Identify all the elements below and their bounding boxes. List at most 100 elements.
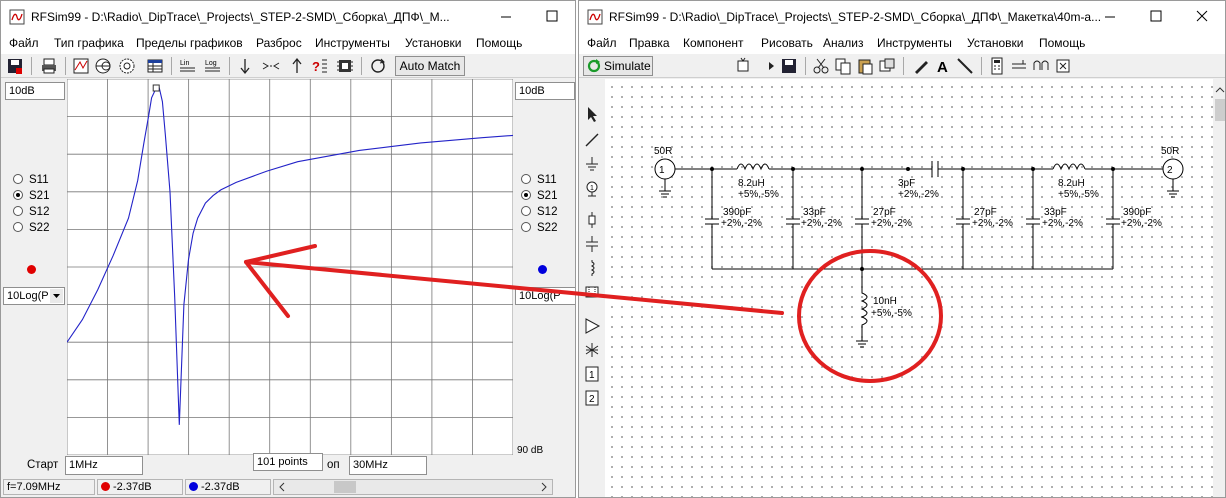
transistor-icon[interactable] (583, 341, 601, 359)
title-bar[interactable]: RFSim99 - D:\Radio\_DipTrace\_Projects\_… (1, 1, 575, 32)
menu-draw[interactable]: Рисовать (761, 36, 813, 50)
inductor-l2[interactable] (1052, 163, 1086, 171)
marker-query-icon[interactable]: ? (311, 56, 331, 76)
resistor-icon[interactable] (583, 211, 601, 229)
menu-graph-type[interactable]: Тип графика (54, 36, 124, 50)
maximize-icon[interactable] (529, 1, 575, 32)
points-input[interactable]: 101 points (253, 453, 323, 471)
capacitor-icon[interactable] (583, 235, 601, 253)
menu-tools[interactable]: Инструменты (315, 36, 390, 50)
radio-button-icon[interactable] (13, 174, 23, 184)
left-radio-s11[interactable]: S11 (13, 174, 49, 186)
lin-scale-icon[interactable]: Lin (178, 56, 198, 76)
smith-chart-icon[interactable] (93, 56, 113, 76)
new-component-icon[interactable] (733, 56, 753, 76)
menu-settings[interactable]: Установки (967, 36, 1023, 50)
chip-icon[interactable] (335, 56, 355, 76)
minimize-icon[interactable] (1087, 1, 1133, 32)
text-icon[interactable]: A (933, 56, 953, 76)
ground-icon[interactable] (583, 155, 601, 173)
arrow-down-icon[interactable] (235, 56, 255, 76)
pen-icon[interactable] (911, 56, 931, 76)
save-icon[interactable] (5, 56, 25, 76)
print-icon[interactable] (39, 56, 59, 76)
copy-icon[interactable] (833, 56, 853, 76)
duplicate-icon[interactable] (877, 56, 897, 76)
capacitor-c3[interactable] (855, 169, 869, 269)
zoom-in-x-icon[interactable] (261, 56, 281, 76)
log-scale-icon[interactable]: Log (203, 56, 223, 76)
radio-button-icon[interactable] (521, 174, 531, 184)
arrow-up-icon[interactable] (287, 56, 307, 76)
right-radio-s21[interactable]: S21 (521, 190, 557, 202)
amplifier-icon[interactable] (583, 317, 601, 335)
port-1[interactable] (654, 158, 676, 198)
left-mode-select[interactable]: 10Log(P (3, 287, 65, 305)
refresh-icon[interactable] (368, 56, 388, 76)
port-2[interactable] (1162, 158, 1184, 198)
s-parameter-graph[interactable] (67, 79, 513, 455)
left-radio-s12[interactable]: S12 (13, 206, 49, 218)
maximize-icon[interactable] (1133, 1, 1179, 32)
capacitor-c1[interactable] (705, 169, 719, 269)
port-icon[interactable]: 1 (583, 179, 601, 197)
paste-icon[interactable] (855, 56, 875, 76)
radio-button-icon[interactable] (521, 206, 531, 216)
menu-help[interactable]: Помощь (1039, 36, 1085, 50)
menu-component[interactable]: Компонент (683, 36, 744, 50)
vertical-scrollbar[interactable] (1213, 79, 1226, 497)
inductor-icon[interactable] (583, 259, 601, 277)
rect-graph-icon[interactable] (71, 56, 91, 76)
capacitor-c-series[interactable] (931, 161, 939, 177)
chevron-up-icon[interactable] (1213, 83, 1226, 97)
radio-button-icon[interactable] (13, 222, 23, 232)
menu-file[interactable]: Файл (587, 36, 617, 50)
menu-analysis[interactable]: Анализ (823, 36, 864, 50)
title-bar[interactable]: RFSim99 - D:\Radio\_DipTrace\_Projects\_… (579, 1, 1225, 32)
simulate-button[interactable]: Simulate (583, 56, 653, 76)
right-mode-select[interactable]: 10Log(P (515, 287, 575, 305)
inductor-l1[interactable] (736, 163, 770, 171)
coil-tool-icon[interactable] (1031, 56, 1051, 76)
chevron-left-icon[interactable] (274, 480, 290, 494)
calculator-icon[interactable] (987, 56, 1007, 76)
capacitor-c5[interactable] (1026, 169, 1040, 269)
radio-button-icon[interactable] (13, 206, 23, 216)
right-scale-field[interactable]: 10dB (515, 82, 575, 100)
right-radio-s22[interactable]: S22 (521, 222, 557, 234)
horizontal-scrollbar[interactable] (273, 479, 553, 495)
radio-button-icon[interactable] (13, 190, 23, 200)
auto-match-button[interactable]: Auto Match (395, 56, 465, 76)
frame-icon[interactable] (1053, 56, 1073, 76)
table-icon[interactable] (145, 56, 165, 76)
chevron-down-icon[interactable] (50, 289, 63, 303)
play-icon[interactable] (761, 56, 781, 76)
menu-help[interactable]: Помощь (476, 36, 522, 50)
right-radio-s12[interactable]: S12 (521, 206, 557, 218)
line-tool-icon[interactable] (955, 56, 975, 76)
radio-button-icon[interactable] (521, 190, 531, 200)
menu-spread[interactable]: Разброс (256, 36, 302, 50)
inductor-l-ground[interactable] (856, 269, 868, 348)
capacitor-c4[interactable] (956, 169, 970, 269)
start-freq-input[interactable]: 1MHz (65, 456, 143, 475)
wire-icon[interactable] (583, 131, 601, 149)
capacitor-c2[interactable] (786, 169, 800, 269)
block-1-icon[interactable]: 1 (583, 365, 601, 383)
menu-tools[interactable]: Инструменты (877, 36, 952, 50)
close-icon[interactable] (1179, 1, 1225, 32)
menu-graph-limits[interactable]: Пределы графиков (136, 36, 243, 50)
menu-file[interactable]: Файл (9, 36, 39, 50)
left-radio-s21[interactable]: S21 (13, 190, 49, 202)
block-2-icon[interactable]: 2 (583, 389, 601, 407)
transformer-icon[interactable] (583, 283, 601, 301)
radio-button-icon[interactable] (521, 222, 531, 232)
menu-settings[interactable]: Установки (405, 36, 461, 50)
transmission-line-icon[interactable] (1009, 56, 1029, 76)
left-radio-s22[interactable]: S22 (13, 222, 49, 234)
peak-marker[interactable] (152, 84, 160, 92)
cut-icon[interactable] (811, 56, 831, 76)
scroll-thumb[interactable] (1215, 99, 1225, 121)
chevron-right-icon[interactable] (536, 480, 552, 494)
right-radio-s11[interactable]: S11 (521, 174, 557, 186)
